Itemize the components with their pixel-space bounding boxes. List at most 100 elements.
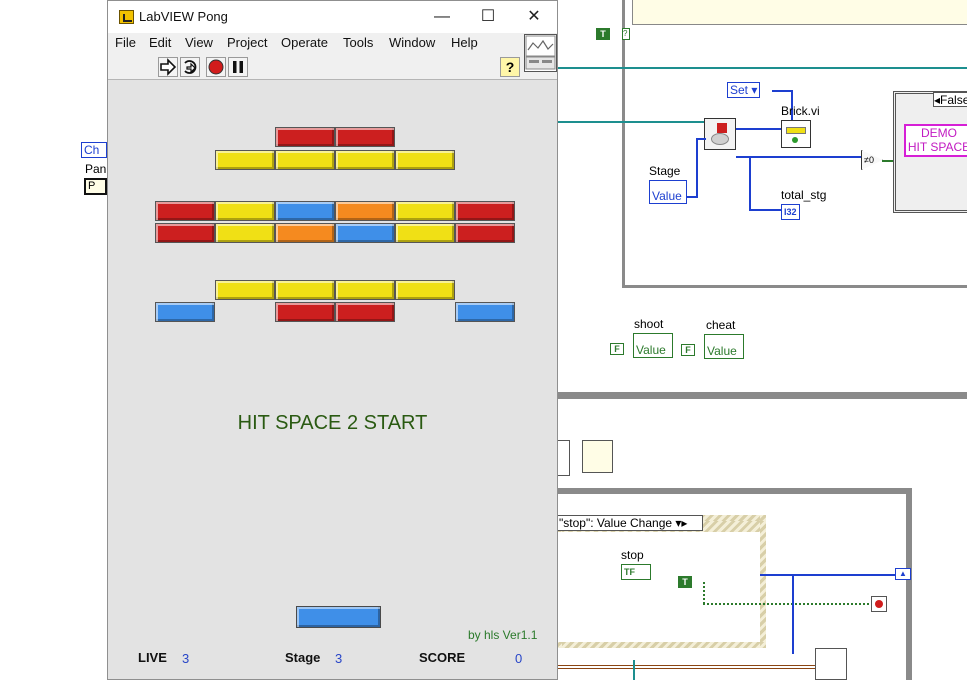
- brick-red: [275, 127, 335, 147]
- brick-blue: [155, 302, 215, 322]
- start-message: HIT SPACE 2 START: [237, 412, 428, 434]
- node-wire-4: [749, 209, 781, 211]
- event-wire: [760, 574, 900, 576]
- score-value: 0: [515, 651, 523, 666]
- node-wire-2: [736, 156, 862, 158]
- brick-orange: [335, 201, 395, 221]
- labview-pong-window: LabVIEW Pong — ☐ ✕ File Edit View Projec…: [107, 0, 558, 680]
- stage-wire-up: [696, 138, 698, 198]
- pan-label: Pan: [85, 162, 107, 176]
- brick-orange: [275, 223, 335, 243]
- dotted-bool-wire-up: [703, 582, 705, 604]
- brick-blue: [335, 223, 395, 243]
- run-continuous-icon[interactable]: [180, 57, 200, 77]
- brick-blue: [455, 302, 515, 322]
- ch-control: Ch: [81, 142, 107, 158]
- event-inner: [556, 532, 760, 642]
- stop-terminal: TF: [621, 564, 651, 580]
- brick-red: [455, 223, 515, 243]
- stop-true-constant: T: [678, 576, 692, 588]
- hit-space-text: HIT SPACE: [907, 140, 967, 154]
- i32-indicator: I32: [781, 204, 800, 220]
- menu-bar: File Edit View Project Operate Tools Win…: [108, 33, 557, 54]
- event-wire-down: [792, 574, 794, 654]
- event-case-label: "stop": Value Change: [559, 516, 673, 530]
- live-value: 3: [182, 651, 190, 666]
- dotted-bool-wire: [703, 603, 873, 605]
- score-label: SCORE: [419, 650, 466, 665]
- false-case-label: False: [940, 93, 967, 107]
- stage-value-label: Value: [652, 189, 682, 203]
- property-node: [704, 118, 736, 150]
- menu-edit[interactable]: Edit: [149, 35, 171, 50]
- stop-label: stop: [621, 548, 644, 562]
- brick-red: [335, 302, 395, 322]
- brick-yellow: [215, 223, 275, 243]
- context-help-icon[interactable]: ?: [500, 57, 520, 77]
- minimize-button[interactable]: —: [419, 1, 465, 33]
- abort-icon[interactable]: [206, 57, 226, 77]
- brown-wire: [556, 665, 816, 669]
- shoot-control: Value: [633, 333, 673, 358]
- window-title: LabVIEW Pong: [139, 9, 228, 24]
- labview-app-icon: [119, 10, 134, 24]
- shoot-value-label: Value: [636, 343, 666, 357]
- menu-help[interactable]: Help: [451, 35, 478, 50]
- brick-red: [275, 302, 335, 322]
- cheat-false-constant: F: [681, 344, 695, 356]
- title-bar[interactable]: LabVIEW Pong — ☐ ✕: [108, 1, 557, 33]
- cheat-control: Value: [704, 334, 744, 359]
- menu-window[interactable]: Window: [389, 35, 435, 50]
- menu-view[interactable]: View: [185, 35, 213, 50]
- brick-yellow: [215, 201, 275, 221]
- brick-red: [155, 223, 215, 243]
- cheat-label: cheat: [706, 318, 736, 332]
- paddle[interactable]: [296, 606, 381, 628]
- reference-wire-2: [556, 121, 706, 123]
- terminal-question: ?: [622, 28, 630, 40]
- credit-text: by hls Ver1.1: [468, 628, 538, 642]
- brick-yellow: [335, 150, 395, 170]
- true-constant: T: [596, 28, 610, 40]
- close-button[interactable]: ✕: [511, 1, 557, 33]
- total-stg-label: total_stg: [781, 188, 827, 202]
- menu-tools[interactable]: Tools: [343, 35, 373, 50]
- demo-string: DEMO HIT SPACE: [904, 124, 967, 157]
- node-wire: [736, 128, 781, 130]
- pause-icon[interactable]: [228, 57, 248, 77]
- live-label: LIVE: [138, 650, 167, 665]
- set-enum: Set ▾: [727, 82, 761, 98]
- node-wire-3: [749, 156, 751, 210]
- file-node: [556, 440, 570, 476]
- brick-blue: [275, 201, 335, 221]
- stage-value: 3: [335, 651, 343, 666]
- brick-yellow: [215, 280, 275, 300]
- brick-yellow: [275, 150, 335, 170]
- brick-yellow: [215, 150, 275, 170]
- menu-file[interactable]: File: [115, 35, 136, 50]
- desktop: T ? Set ▾ Brick.vi Stage Value total_stg…: [0, 0, 967, 680]
- menu-operate[interactable]: Operate: [281, 35, 328, 50]
- toolbar: ?: [108, 54, 557, 80]
- brick-yellow: [335, 280, 395, 300]
- brick-yellow: [275, 280, 335, 300]
- run-arrow-icon[interactable]: [158, 57, 178, 77]
- loop-separator: [556, 393, 967, 399]
- demo-text: DEMO: [921, 126, 957, 140]
- brick-vi-node: [781, 120, 811, 148]
- brick-yellow: [395, 201, 455, 221]
- shift-register: ▲: [895, 568, 911, 580]
- event-selector: "stop": Value Change ▾▸: [556, 515, 703, 531]
- false-case-selector: ◂False: [933, 92, 967, 107]
- set-wire: [772, 90, 792, 92]
- stage-control: Value: [649, 180, 687, 204]
- maximize-button[interactable]: ☐: [465, 1, 511, 33]
- stage-label: Stage: [649, 164, 681, 178]
- close-ref-node: [815, 648, 847, 680]
- menu-project[interactable]: Project: [227, 35, 267, 50]
- shoot-label: shoot: [634, 317, 664, 331]
- brick-vi-label: Brick.vi: [781, 104, 820, 118]
- cheat-value-label: Value: [707, 344, 737, 358]
- reference-wire: [556, 67, 967, 69]
- set-label: Set: [730, 83, 749, 97]
